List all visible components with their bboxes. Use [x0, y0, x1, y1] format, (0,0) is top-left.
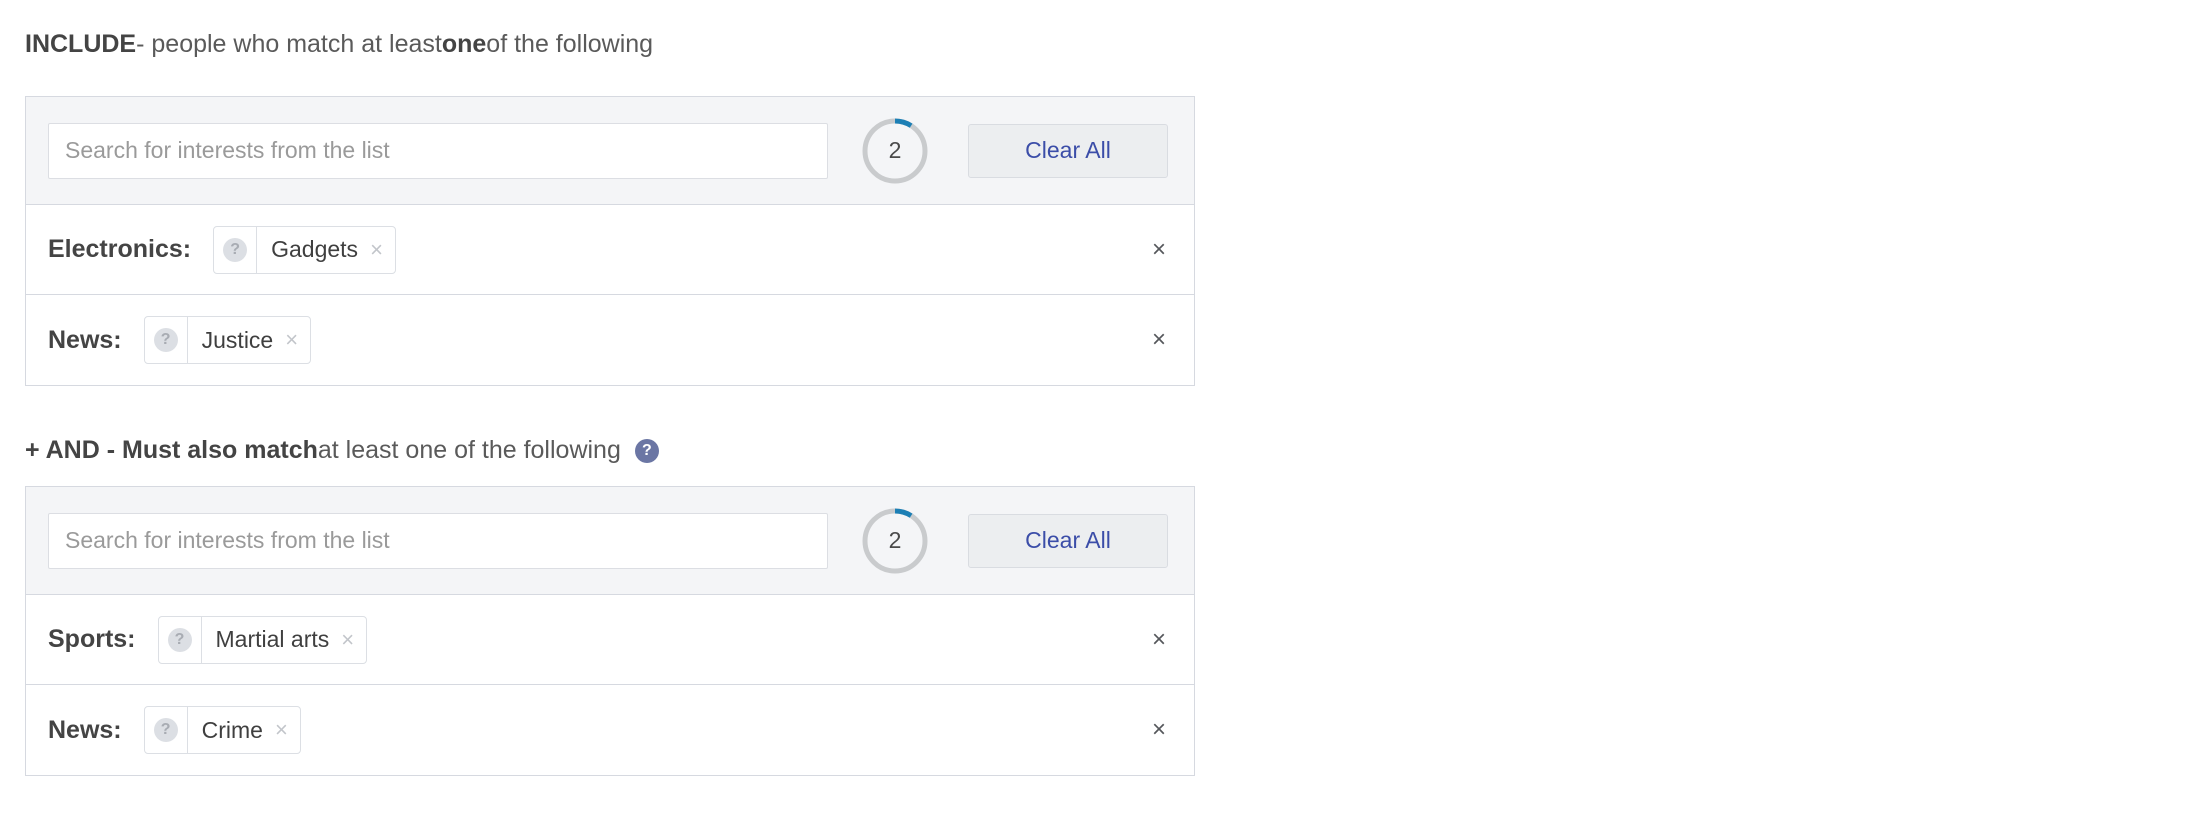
- and-counter-value: 2: [888, 527, 902, 553]
- row-category-label: News:: [48, 715, 122, 744]
- help-icon[interactable]: ?: [634, 438, 659, 463]
- chip-close-icon[interactable]: ×: [275, 719, 288, 741]
- include-title-strong: INCLUDE: [25, 30, 137, 58]
- and-panel-header: 2 Clear All: [26, 487, 1194, 595]
- question-mark-glyph: ?: [167, 627, 192, 652]
- question-mark-glyph: ?: [153, 718, 178, 742]
- interest-chip[interactable]: ? Crime ×: [143, 706, 301, 754]
- include-panel: 2 Clear All Electronics: ? Gadgets × × N…: [25, 96, 1195, 386]
- include-clear-all-button[interactable]: Clear All: [968, 123, 1168, 178]
- include-title-tail: of the following: [486, 30, 654, 58]
- row-remove-icon[interactable]: ×: [1152, 718, 1166, 742]
- row-remove-icon[interactable]: ×: [1152, 328, 1166, 352]
- include-section-title: INCLUDE - people who match at least one …: [25, 32, 653, 57]
- question-mark-icon[interactable]: ?: [145, 317, 188, 363]
- interest-chip[interactable]: ? Justice ×: [143, 316, 312, 364]
- and-title-tail: at least one of the following: [317, 436, 621, 464]
- include-counter-value: 2: [888, 137, 902, 163]
- row-category-label: Sports:: [48, 625, 136, 653]
- include-title-emphasis: one: [441, 30, 487, 58]
- row-category-label: Electronics:: [48, 235, 192, 263]
- and-selection-counter: 2: [860, 506, 930, 576]
- question-mark-icon[interactable]: ?: [159, 616, 202, 663]
- and-clear-all-button[interactable]: Clear All: [968, 513, 1168, 568]
- chip-label: Crime: [201, 716, 263, 743]
- chip-close-icon[interactable]: ×: [370, 238, 383, 261]
- interest-chip[interactable]: ? Gadgets ×: [213, 225, 396, 274]
- and-search-input[interactable]: [48, 512, 828, 569]
- table-row: Sports: ? Martial arts × ×: [26, 595, 1194, 685]
- chip-label: Gadgets: [271, 236, 359, 262]
- and-title-strong: + AND - Must also match: [25, 436, 318, 464]
- row-category-label: News:: [48, 325, 122, 354]
- chip-close-icon[interactable]: ×: [341, 628, 354, 651]
- chip-body: Martial arts ×: [202, 617, 367, 663]
- include-selection-counter: 2: [860, 116, 930, 186]
- interest-targeting-panel: INCLUDE - people who match at least one …: [0, 0, 2200, 816]
- table-row: News: ? Justice × ×: [26, 295, 1194, 385]
- question-mark-icon[interactable]: ?: [214, 226, 258, 273]
- chip-body: Gadgets ×: [257, 227, 395, 273]
- chip-close-icon[interactable]: ×: [285, 329, 298, 351]
- chip-body: Crime ×: [188, 707, 300, 753]
- question-mark-glyph: ?: [153, 328, 178, 352]
- and-section-title: + AND - Must also match at least one of …: [25, 438, 659, 463]
- chip-body: Justice ×: [188, 317, 310, 363]
- chip-label: Justice: [201, 326, 274, 353]
- row-remove-icon[interactable]: ×: [1152, 237, 1166, 262]
- chip-label: Martial arts: [215, 626, 330, 652]
- table-row: News: ? Crime × ×: [26, 685, 1194, 775]
- include-title-mid: - people who match at least: [136, 30, 442, 58]
- include-panel-header: 2 Clear All: [26, 97, 1194, 205]
- and-panel: 2 Clear All Sports: ? Martial arts × × N…: [25, 486, 1195, 776]
- question-mark-glyph: ?: [223, 237, 248, 262]
- table-row: Electronics: ? Gadgets × ×: [26, 205, 1194, 295]
- include-search-input[interactable]: [48, 122, 828, 179]
- row-remove-icon[interactable]: ×: [1152, 627, 1166, 652]
- interest-chip[interactable]: ? Martial arts ×: [157, 615, 368, 664]
- question-mark-icon[interactable]: ?: [145, 707, 188, 753]
